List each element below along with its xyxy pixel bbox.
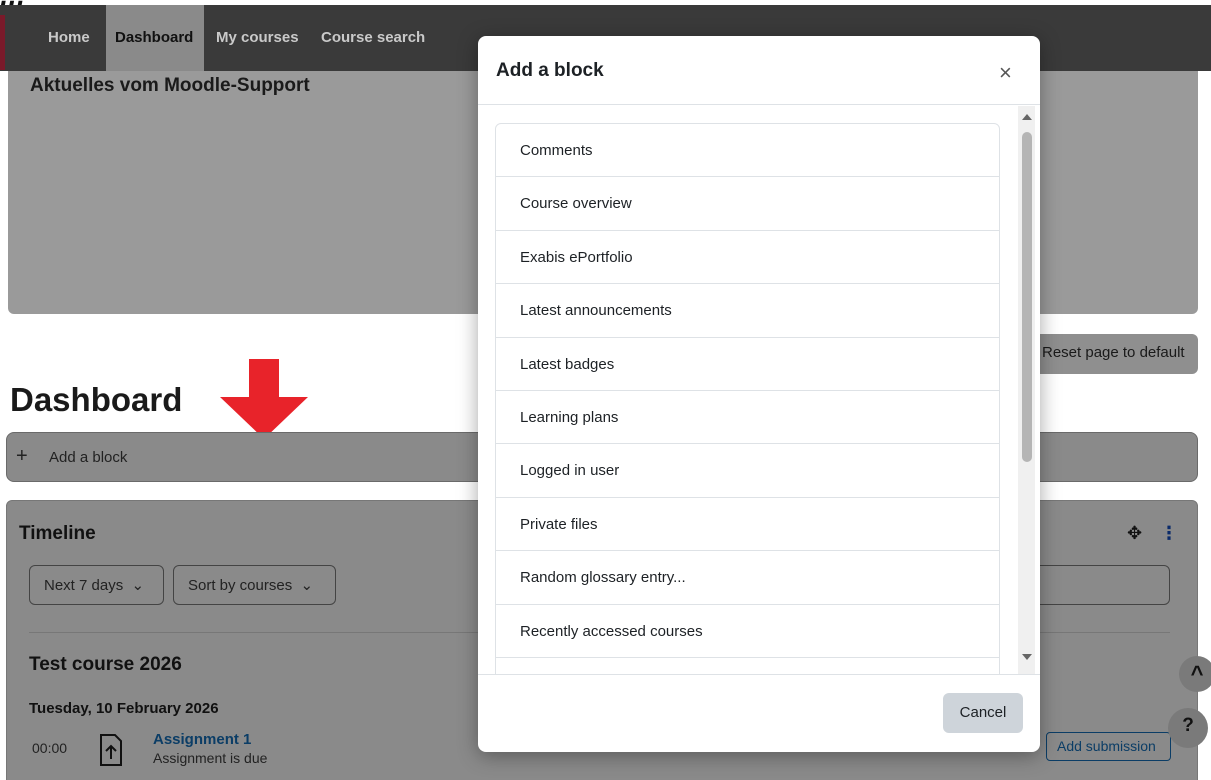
scroll-to-top-button[interactable]: ^	[1179, 656, 1211, 692]
assignment-upload-icon	[98, 733, 124, 767]
modal-header: Add a block ×	[478, 36, 1040, 105]
add-block-label: Add a block	[49, 449, 128, 466]
timeline-days-label: Next 7 days	[44, 577, 124, 594]
timeline-time: 00:00	[32, 740, 68, 756]
scroll-down-arrow-icon[interactable]	[1022, 654, 1032, 660]
timeline-date: Tuesday, 10 February 2026	[29, 700, 219, 717]
nav-home[interactable]: Home	[48, 5, 90, 71]
nav-course-search[interactable]: Course search	[321, 5, 425, 71]
timeline-days-filter[interactable]: Next 7 days ⌄	[29, 565, 164, 605]
block-list: Comments Course overview Exabis ePortfol…	[495, 123, 1000, 674]
modal-title: Add a block	[496, 60, 604, 81]
assignment-due-text: Assignment is due	[153, 750, 268, 766]
chevron-down-icon: ⌄	[296, 577, 314, 594]
navbar-edge	[0, 15, 5, 70]
modal-body: Comments Course overview Exabis ePortfol…	[478, 106, 1040, 674]
block-option-comments[interactable]: Comments	[496, 124, 999, 178]
block-option-private-files[interactable]: Private files	[496, 498, 999, 552]
block-option-logged-in-user[interactable]: Logged in user	[496, 444, 999, 498]
timeline-title: Timeline	[19, 523, 96, 544]
modal-footer: Cancel	[478, 674, 1040, 752]
modal-scrollbar[interactable]	[1018, 106, 1035, 674]
add-submission-button[interactable]: Add submission	[1046, 732, 1171, 761]
scroll-up-arrow-icon[interactable]	[1022, 114, 1032, 120]
scrollbar-thumb[interactable]	[1022, 132, 1032, 462]
chevron-down-icon: ⌄	[127, 577, 145, 594]
block-option-learning-plans[interactable]: Learning plans	[496, 391, 999, 445]
block-option-latest-announcements[interactable]: Latest announcements	[496, 284, 999, 338]
timeline-sort-filter[interactable]: Sort by courses ⌄	[173, 565, 336, 605]
close-icon[interactable]: ×	[999, 62, 1012, 84]
timeline-course-name: Test course 2026	[29, 654, 182, 675]
nav-dashboard[interactable]: Dashboard	[106, 5, 204, 71]
add-block-modal: Add a block × Comments Course overview E…	[478, 36, 1040, 752]
page-title: Dashboard	[10, 381, 183, 418]
help-button[interactable]: ?	[1168, 708, 1208, 748]
cancel-button[interactable]: Cancel	[943, 693, 1023, 733]
timeline-sort-label: Sort by courses	[188, 577, 293, 594]
kebab-menu-icon[interactable]: ⋮	[1160, 523, 1178, 544]
plus-icon: +	[16, 445, 28, 467]
block-option-random-glossary-entry[interactable]: Random glossary entry...	[496, 551, 999, 605]
block-option-exabis-eportfolio[interactable]: Exabis ePortfolio	[496, 231, 999, 285]
news-block-title: Aktuelles vom Moodle-Support	[30, 75, 310, 96]
block-option-latest-badges[interactable]: Latest badges	[496, 338, 999, 391]
block-option-partial[interactable]	[496, 658, 999, 674]
block-option-recently-accessed-courses[interactable]: Recently accessed courses	[496, 605, 999, 658]
move-icon[interactable]: ✥	[1127, 523, 1142, 544]
nav-my-courses[interactable]: My courses	[216, 5, 299, 71]
block-option-course-overview[interactable]: Course overview	[496, 177, 999, 231]
assignment-link[interactable]: Assignment 1	[153, 731, 251, 748]
